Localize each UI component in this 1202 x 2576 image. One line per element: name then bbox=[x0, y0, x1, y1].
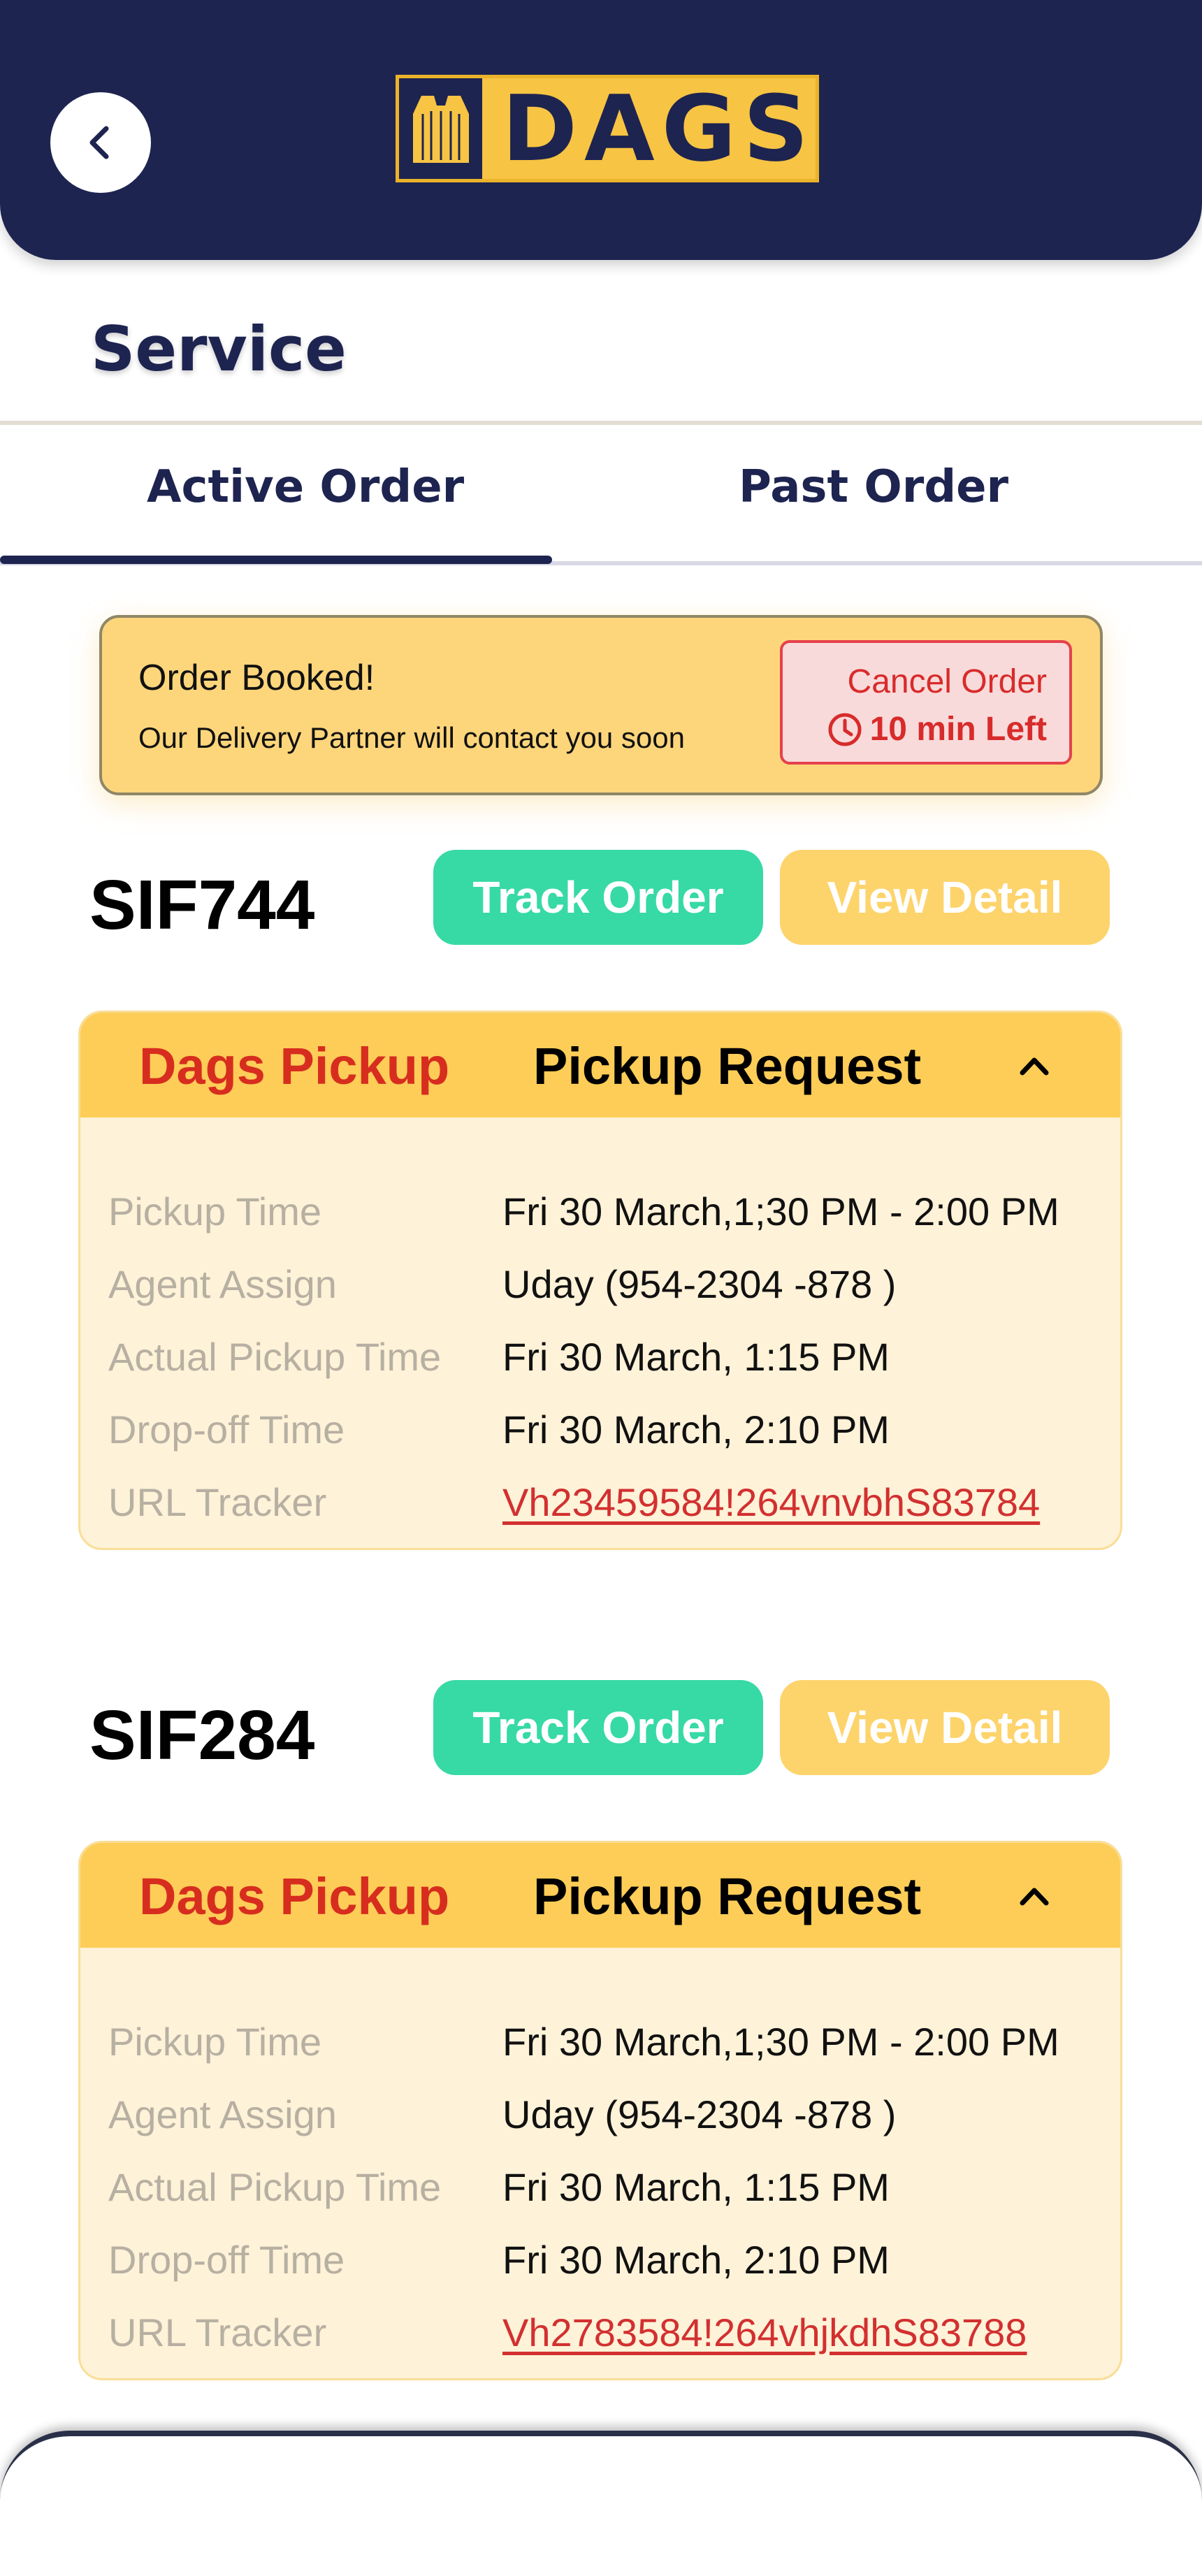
tab-active-order[interactable]: Active Order bbox=[147, 461, 464, 513]
drop-off-value: Fri 30 March, 2:10 PM bbox=[502, 2238, 890, 2282]
pickup-time-label: Pickup Time bbox=[108, 2020, 321, 2064]
view-detail-button[interactable]: View Detail bbox=[780, 1680, 1110, 1775]
banner-subtitle: Our Delivery Partner will contact you so… bbox=[138, 721, 685, 754]
service-tag: Dags Pickup bbox=[139, 1037, 450, 1095]
clock-icon bbox=[828, 713, 862, 746]
agent-assign-label: Agent Assign bbox=[108, 1262, 337, 1306]
card-header[interactable]: Dags Pickup Pickup Request bbox=[80, 1843, 1120, 1948]
chevron-up-icon[interactable] bbox=[1010, 1041, 1059, 1090]
card-header[interactable]: Dags Pickup Pickup Request bbox=[80, 1013, 1120, 1117]
tab-past-order[interactable]: Past Order bbox=[739, 461, 1008, 513]
drop-off-label: Drop-off Time bbox=[108, 1408, 345, 1452]
order-booked-banner: Order Booked! Our Delivery Partner will … bbox=[99, 615, 1103, 795]
banner-title: Order Booked! bbox=[138, 658, 375, 698]
agent-assign-label: Agent Assign bbox=[108, 2092, 337, 2136]
track-order-button[interactable]: Track Order bbox=[433, 1680, 763, 1775]
timer-text: 10 min Left bbox=[869, 711, 1047, 748]
title-divider bbox=[0, 421, 1202, 425]
cancel-timer: 10 min Left bbox=[827, 710, 1047, 748]
drop-off-label: Drop-off Time bbox=[108, 2238, 345, 2282]
pickup-time-label: Pickup Time bbox=[108, 1189, 321, 1233]
url-tracker-label: URL Tracker bbox=[108, 1480, 327, 1524]
order-id: SIF744 bbox=[89, 866, 315, 944]
cancel-order-label: Cancel Order bbox=[847, 663, 1047, 700]
page-title: Service bbox=[91, 313, 347, 385]
url-tracker-link[interactable]: Vh23459584!264vnvbhS83784 bbox=[502, 1479, 1040, 1525]
order-card: Dags Pickup Pickup Request Pickup Time F… bbox=[78, 1841, 1122, 2380]
agent-assign-value: Uday (954-2304 -878 ) bbox=[502, 2092, 897, 2136]
service-tag: Dags Pickup bbox=[139, 1867, 450, 1925]
agent-assign-value: Uday (954-2304 -878 ) bbox=[502, 1262, 897, 1306]
actual-pickup-value: Fri 30 March, 1:15 PM bbox=[502, 2165, 890, 2209]
logo-text: DAGS bbox=[502, 75, 816, 182]
request-type: Pickup Request bbox=[533, 1867, 922, 1925]
active-tab-indicator bbox=[0, 556, 552, 564]
bottom-sheet[interactable] bbox=[0, 2431, 1202, 2576]
actual-pickup-label: Actual Pickup Time bbox=[108, 2165, 442, 2209]
drop-off-value: Fri 30 March, 2:10 PM bbox=[502, 1408, 890, 1452]
order-card: Dags Pickup Pickup Request Pickup Time F… bbox=[78, 1011, 1122, 1550]
app-header: DAGS bbox=[0, 0, 1202, 260]
actual-pickup-value: Fri 30 March, 1:15 PM bbox=[502, 1335, 890, 1379]
cancel-order-button[interactable]: Cancel Order 10 min Left bbox=[780, 640, 1072, 765]
view-detail-button[interactable]: View Detail bbox=[780, 850, 1110, 945]
url-tracker-label: URL Tracker bbox=[108, 2310, 327, 2354]
back-button[interactable] bbox=[50, 92, 151, 193]
chevron-up-icon[interactable] bbox=[1010, 1871, 1059, 1920]
bag-icon bbox=[399, 78, 483, 179]
actual-pickup-label: Actual Pickup Time bbox=[108, 1335, 442, 1379]
url-tracker-link[interactable]: Vh2783584!264vhjkdhS83788 bbox=[502, 2310, 1027, 2355]
order-id: SIF284 bbox=[89, 1696, 315, 1774]
track-order-button[interactable]: Track Order bbox=[433, 850, 763, 945]
pickup-time-value: Fri 30 March,1;30 PM - 2:00 PM bbox=[502, 1189, 1059, 1233]
pickup-time-value: Fri 30 March,1;30 PM - 2:00 PM bbox=[502, 2020, 1059, 2064]
brand-logo: DAGS bbox=[396, 75, 819, 182]
chevron-left-icon bbox=[89, 126, 109, 159]
request-type: Pickup Request bbox=[533, 1037, 922, 1095]
